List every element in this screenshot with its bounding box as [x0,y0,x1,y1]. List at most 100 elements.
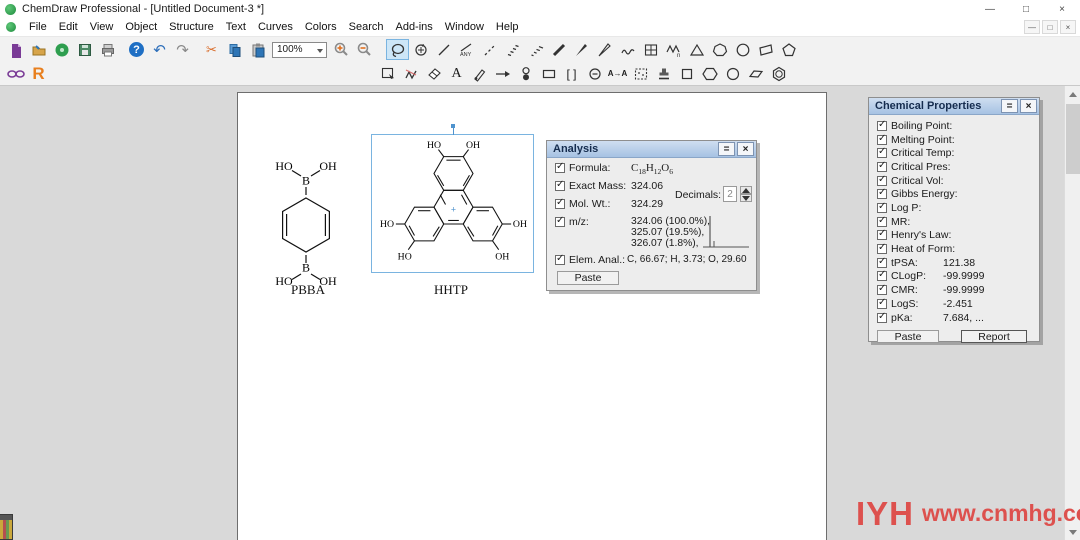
menu-text[interactable]: Text [220,19,252,35]
close-icon[interactable]: × [1044,0,1080,18]
redo-icon[interactable]: ↷ [171,39,194,60]
bond-single-tool-icon[interactable] [432,39,455,60]
hhtp-caption[interactable]: HHTP [421,282,481,298]
ring-chair-tool-icon[interactable] [744,63,767,84]
timed-marquee-tool-icon[interactable] [409,39,432,60]
open-icon[interactable] [27,39,50,60]
mr-checkbox[interactable] [877,215,887,227]
mz-checkbox[interactable] [555,215,565,227]
print-icon[interactable] [96,39,119,60]
bracket-tool-icon[interactable]: [ ] [560,63,583,84]
ring-cyclopropane-tool-icon[interactable] [685,39,708,60]
new-document-icon[interactable] [4,39,27,60]
atom-map-tool-icon[interactable]: A→A [606,63,629,84]
menu-structure[interactable]: Structure [163,19,220,35]
analysis-paste-button[interactable]: Paste [557,271,619,285]
menu-addins[interactable]: Add-ins [389,19,438,35]
ring-cyclohexane-tool-icon[interactable] [698,63,721,84]
molecule-hhtp[interactable]: HO OH HO OH HO OH + [374,138,533,271]
ring-cycloheptane-tool-icon[interactable] [708,39,731,60]
boiling-point-checkbox[interactable] [877,119,887,131]
ring-benzene-tool-icon[interactable] [767,63,790,84]
ring-cyclopentane-tool-icon[interactable] [777,39,800,60]
formula-checkbox[interactable] [555,161,565,173]
bond-any-tool-icon[interactable]: ANY [455,39,478,60]
panel-collapse-icon[interactable]: = [1001,99,1018,113]
ring-circle-tool-icon[interactable] [721,63,744,84]
template-tool-icon[interactable] [629,63,652,84]
critical-vol-checkbox[interactable] [877,174,887,186]
melting-point-checkbox[interactable] [877,133,887,145]
panel-close-icon[interactable]: × [737,142,754,156]
menu-search[interactable]: Search [343,19,390,35]
periodic-table-window-peek[interactable] [0,514,13,540]
arrow-tool-icon[interactable] [491,63,514,84]
zoom-out-icon[interactable] [353,39,376,60]
copy-icon[interactable] [223,39,246,60]
decimals-input[interactable]: 2 [723,186,737,202]
spinner-down-icon[interactable] [740,194,752,202]
chem-props-paste-button[interactable]: Paste [877,330,939,343]
chain-tool-icon[interactable] [399,63,422,84]
bond-wedge-tool-icon[interactable] [570,39,593,60]
critical-temp-checkbox[interactable] [877,146,887,158]
rotation-handle-dot-icon[interactable] [450,124,455,128]
ring-variable-tool-icon[interactable] [754,39,777,60]
bond-bold-tool-icon[interactable] [547,39,570,60]
eraser-tool-icon[interactable] [422,63,445,84]
drawing-rectangle-tool-icon[interactable] [537,63,560,84]
bond-hashed-wedge-tool-icon[interactable] [524,39,547,60]
bond-dashed-tool-icon[interactable] [478,39,501,60]
menu-file[interactable]: File [23,19,53,35]
exact-mass-checkbox[interactable] [555,179,565,191]
chem-props-title-bar[interactable]: Chemical Properties = × [869,98,1039,115]
menu-curves[interactable]: Curves [252,19,299,35]
elem-anal-checkbox[interactable] [555,253,565,265]
critical-pres-checkbox[interactable] [877,160,887,172]
pbba-caption[interactable]: PBBA [278,282,338,298]
log-p-checkbox[interactable] [877,201,887,213]
paste-icon[interactable] [246,39,269,60]
spinner-up-icon[interactable] [740,186,752,194]
rotation-handle-icon[interactable] [452,127,454,135]
save-as-cd-icon[interactable] [50,39,73,60]
help-icon[interactable]: ? [125,39,148,60]
polymer-repeat-tool-icon[interactable]: n [662,39,685,60]
scrollbar-thumb[interactable] [1066,104,1080,174]
doc-restore-icon[interactable]: □ [1042,20,1058,34]
menu-colors[interactable]: Colors [299,19,343,35]
bond-wavy-tool-icon[interactable] [616,39,639,60]
scroll-up-icon[interactable] [1065,86,1080,102]
cut-icon[interactable]: ✂ [200,39,223,60]
lasso-tool-icon[interactable] [386,39,409,60]
doc-close-icon[interactable]: × [1060,20,1076,34]
zoom-level-select[interactable]: 100% [272,41,327,58]
save-icon[interactable] [73,39,96,60]
menu-edit[interactable]: Edit [53,19,84,35]
chem-props-report-button[interactable]: Report [961,330,1027,343]
selection-box[interactable]: HO OH HO OH HO OH + [371,124,534,273]
chemdraw-3d-icon[interactable] [4,63,27,84]
pka-checkbox[interactable] [877,311,887,323]
minimize-icon[interactable]: — [972,0,1008,18]
reaxys-icon[interactable]: R [27,63,50,84]
table-tool-icon[interactable] [639,39,662,60]
charge-tool-icon[interactable] [583,63,606,84]
bond-hollow-wedge-tool-icon[interactable] [593,39,616,60]
orbital-tool-icon[interactable] [514,63,537,84]
panel-close-icon[interactable]: × [1020,99,1037,113]
henrys-law-checkbox[interactable] [877,228,887,240]
pen-tool-icon[interactable] [468,63,491,84]
bond-hashed-tool-icon[interactable] [501,39,524,60]
menu-help[interactable]: Help [490,19,525,35]
text-tool-icon[interactable]: A [445,63,468,84]
mol-wt-checkbox[interactable] [555,197,565,209]
menu-object[interactable]: Object [119,19,163,35]
menu-view[interactable]: View [84,19,120,35]
zoom-in-icon[interactable] [330,39,353,60]
ring-cyclooctane-tool-icon[interactable] [731,39,754,60]
clogp-checkbox[interactable] [877,269,887,281]
doc-minimize-icon[interactable]: — [1024,20,1040,34]
tpsa-checkbox[interactable] [877,256,887,268]
panel-collapse-icon[interactable]: = [718,142,735,156]
